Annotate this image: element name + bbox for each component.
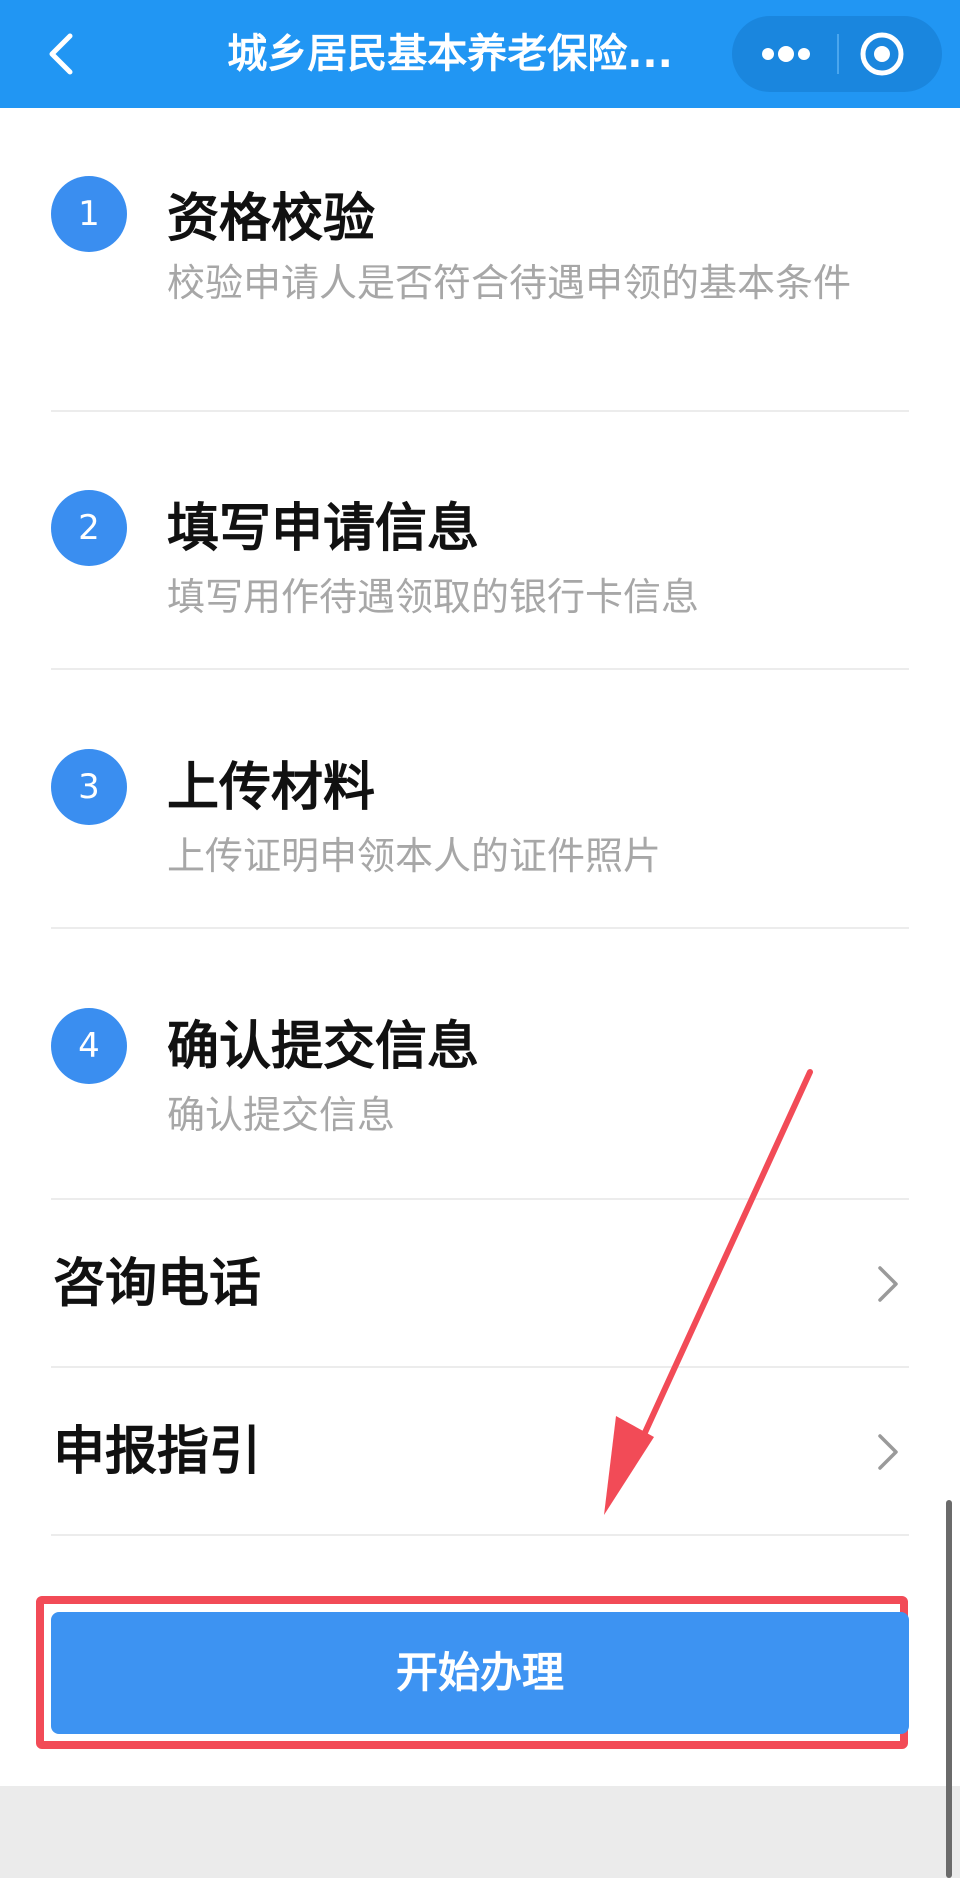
consult-phone-row[interactable]: 咨询电话	[0, 1200, 960, 1368]
target-circle-icon	[860, 32, 904, 76]
step-description: 上传证明申领本人的证件照片	[167, 834, 662, 878]
start-processing-button[interactable]: 开始办理	[51, 1612, 909, 1734]
step-title: 确认提交信息	[167, 1017, 480, 1077]
step-description: 校验申请人是否符合待遇申领的基本条件	[167, 261, 852, 305]
navigation-bar: 城乡居民基本养老保险...	[0, 0, 960, 108]
row-label: 申报指引	[53, 1422, 262, 1482]
divider	[51, 927, 909, 929]
step-description: 确认提交信息	[167, 1093, 396, 1137]
page-title: 城乡居民基本养老保险...	[227, 31, 673, 77]
chevron-left-icon	[49, 33, 73, 75]
step-number-badge: 3	[51, 749, 127, 825]
step-title: 上传材料	[167, 758, 376, 818]
divider	[51, 1534, 909, 1536]
row-label: 咨询电话	[53, 1254, 262, 1314]
step-number-badge: 2	[51, 490, 127, 566]
step-number-badge: 1	[51, 176, 127, 252]
divider	[51, 410, 909, 412]
step-title: 填写申请信息	[167, 499, 480, 559]
chevron-right-icon	[878, 1266, 898, 1302]
scrollbar[interactable]	[946, 1500, 952, 1878]
close-mini-program-button[interactable]	[839, 16, 942, 92]
more-button[interactable]	[732, 16, 837, 92]
mini-program-capsule	[732, 16, 942, 92]
chevron-right-icon	[878, 1434, 898, 1470]
application-guide-row[interactable]: 申报指引	[0, 1368, 960, 1536]
bottom-safe-area	[0, 1786, 960, 1878]
step-title: 资格校验	[167, 189, 376, 249]
divider	[51, 668, 909, 670]
more-dots-icon	[762, 46, 810, 62]
back-button[interactable]	[28, 20, 96, 88]
step-description: 填写用作待遇领取的银行卡信息	[167, 575, 700, 619]
step-number-badge: 4	[51, 1008, 127, 1084]
